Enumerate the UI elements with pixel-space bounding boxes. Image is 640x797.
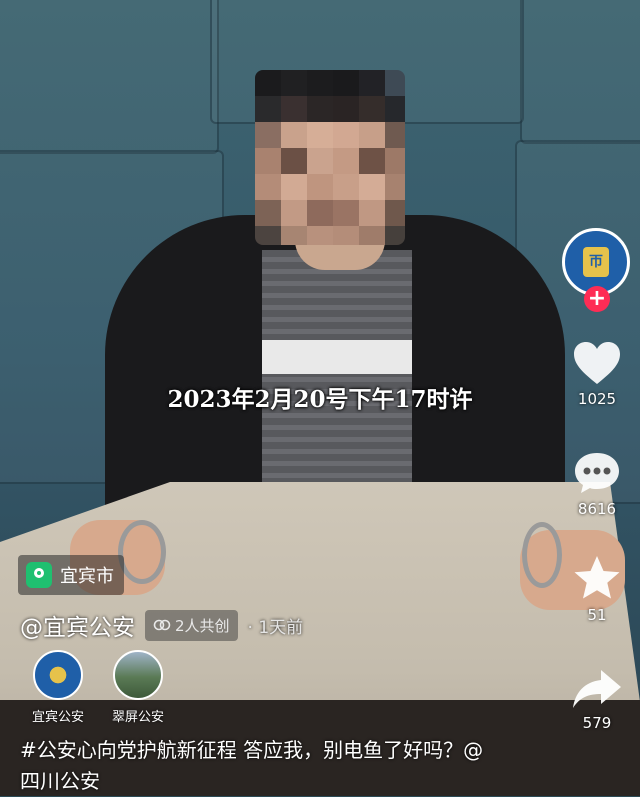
heart-icon [574, 342, 620, 384]
cocreate-label: 2人共创 [175, 616, 230, 635]
wall-panel [520, 0, 640, 144]
coauthor-list: 宜宾公安 翠屏公安 [20, 650, 180, 725]
right-handcuff [522, 522, 562, 588]
coauthor-avatar[interactable] [113, 650, 163, 700]
coauthor-item[interactable]: 宜宾公安 [20, 650, 96, 725]
left-handcuff [118, 520, 166, 584]
video-overlay-caption: 2023年2月20号下午17时许 [167, 386, 473, 413]
share-button[interactable]: 579 [560, 668, 634, 732]
favorite-button[interactable]: 51 [560, 554, 634, 624]
follow-button[interactable]: + [584, 286, 610, 312]
pixelated-face [255, 70, 405, 245]
comment-button[interactable]: 8616 [560, 450, 634, 518]
wall-panel [0, 0, 219, 154]
post-description[interactable]: #公安心向党护航新征程 答应我，别电鱼了好吗？@四川公安 [20, 735, 490, 797]
coauthor-avatar[interactable] [33, 650, 83, 700]
comment-count: 8616 [577, 500, 617, 518]
author-name[interactable]: @宜宾公安 [20, 608, 135, 642]
coauthor-name: 翠屏公安 [111, 710, 164, 725]
like-button[interactable]: 1025 [560, 340, 634, 408]
share-arrow-icon [573, 670, 621, 708]
sweater-stripe [262, 340, 412, 374]
location-pin-icon [26, 562, 52, 588]
link-rings-icon [153, 619, 171, 631]
location-tag[interactable]: 宜宾市 [18, 555, 124, 595]
author-avatar-wrap[interactable]: 帀 + [562, 228, 632, 314]
cocreate-badge[interactable]: 2人共创 [145, 609, 238, 641]
comment-icon [575, 453, 619, 493]
post-time: · 1天前 [247, 617, 304, 638]
location-label: 宜宾市 [60, 566, 114, 587]
star-icon [574, 556, 620, 599]
favorite-count: 51 [587, 606, 607, 624]
police-emblem-icon: 帀 [583, 247, 609, 277]
share-count: 579 [582, 714, 612, 732]
coauthor-item[interactable]: 翠屏公安 [100, 650, 176, 725]
coauthor-name: 宜宾公安 [31, 710, 84, 725]
like-count: 1025 [577, 390, 617, 408]
author-line: @宜宾公安 2人共创 · 1天前 [20, 608, 303, 642]
